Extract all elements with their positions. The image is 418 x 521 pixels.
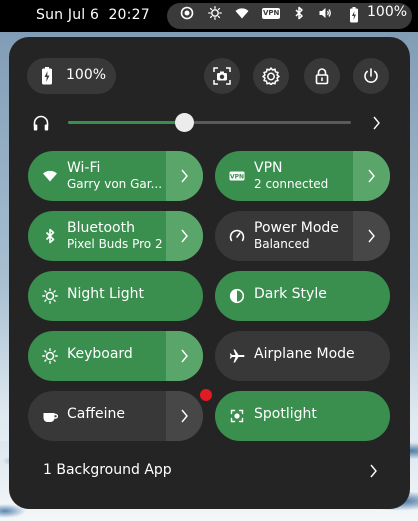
tile-title: Keyboard bbox=[67, 346, 133, 362]
settings-icon bbox=[262, 67, 280, 85]
battery-percentage: 100% bbox=[367, 4, 408, 20]
chevron-right-icon bbox=[368, 169, 375, 183]
vpn-icon: VPN bbox=[262, 8, 280, 22]
night-light-icon bbox=[42, 288, 58, 304]
battery-label: 100% bbox=[66, 67, 107, 83]
lock-icon bbox=[315, 68, 329, 85]
tile-caffeine[interactable]: Caffeine bbox=[28, 391, 203, 441]
wifi-icon bbox=[235, 6, 249, 20]
airplane-icon bbox=[229, 348, 245, 364]
tile-spotlight[interactable]: Spotlight bbox=[215, 391, 390, 441]
coffee-icon bbox=[42, 408, 58, 424]
tile-bluetooth[interactable]: Bluetooth Pixel Buds Pro 2 bbox=[28, 211, 203, 261]
tile-title: Wi-Fi bbox=[67, 160, 101, 176]
background-apps-label[interactable]: 1 Background App bbox=[43, 462, 172, 478]
chevron-right-icon[interactable] bbox=[371, 115, 381, 131]
bluetooth-icon bbox=[42, 228, 58, 244]
keyboard-menu-button[interactable] bbox=[166, 331, 203, 381]
tile-night-light[interactable]: Night Light bbox=[28, 271, 203, 321]
top-bar: Sun Jul 6 20:27 VPN 100% bbox=[0, 0, 418, 32]
chevron-right-icon bbox=[181, 349, 188, 363]
bluetooth-icon bbox=[292, 6, 306, 20]
battery-icon bbox=[349, 7, 359, 23]
caffeine-menu-button[interactable] bbox=[166, 391, 203, 441]
keyboard-brightness-icon bbox=[42, 348, 58, 364]
quick-settings-panel: 100% Wi-Fi Garry von Gar... VPN VPN 2 co… bbox=[9, 37, 410, 509]
chevron-right-icon[interactable] bbox=[368, 463, 378, 479]
volume-slider-fill bbox=[68, 121, 185, 124]
tile-title: Airplane Mode bbox=[254, 346, 355, 362]
vpn-badge: VPN bbox=[262, 8, 280, 19]
screenshot-icon bbox=[213, 67, 231, 85]
power-mode-menu-button[interactable] bbox=[353, 211, 390, 261]
battery-icon bbox=[42, 67, 52, 85]
power-mode-icon bbox=[229, 228, 245, 244]
headphones-icon[interactable] bbox=[32, 114, 50, 132]
tile-vpn[interactable]: VPN VPN 2 connected bbox=[215, 151, 390, 201]
spotlight-icon bbox=[229, 408, 245, 424]
notification-dot bbox=[200, 389, 212, 401]
bluetooth-menu-button[interactable] bbox=[166, 211, 203, 261]
clock[interactable]: Sun Jul 6 20:27 bbox=[36, 7, 150, 23]
tile-keyboard[interactable]: Keyboard bbox=[28, 331, 203, 381]
power-button[interactable] bbox=[353, 58, 389, 94]
clock-date: Sun Jul 6 bbox=[36, 7, 100, 23]
tile-power-mode[interactable]: Power Mode Balanced bbox=[215, 211, 390, 261]
volume-slider[interactable] bbox=[68, 113, 351, 132]
night-light-icon bbox=[208, 6, 222, 20]
volume-icon bbox=[318, 6, 332, 20]
tile-title: Power Mode bbox=[254, 220, 339, 236]
vpn-menu-button[interactable] bbox=[353, 151, 390, 201]
tile-subtitle: 2 connected bbox=[254, 177, 329, 191]
clock-time: 20:27 bbox=[108, 7, 150, 23]
tile-title: Dark Style bbox=[254, 286, 327, 302]
vpn-icon: VPN bbox=[229, 168, 245, 184]
wifi-menu-button[interactable] bbox=[166, 151, 203, 201]
tile-subtitle: Garry von Gar... bbox=[67, 177, 163, 191]
lock-button[interactable] bbox=[304, 58, 340, 94]
chevron-right-icon bbox=[181, 169, 188, 183]
tile-title: Spotlight bbox=[254, 406, 317, 422]
tile-airplane-mode[interactable]: Airplane Mode bbox=[215, 331, 390, 381]
tile-title: Caffeine bbox=[67, 406, 125, 422]
dark-style-icon bbox=[229, 288, 245, 304]
chevron-right-icon bbox=[181, 409, 188, 423]
tile-title: Night Light bbox=[67, 286, 144, 302]
tile-title: VPN bbox=[254, 160, 283, 176]
volume-slider-knob[interactable] bbox=[175, 113, 195, 132]
settings-button[interactable] bbox=[253, 58, 289, 94]
tile-subtitle: Pixel Buds Pro 2 bbox=[67, 237, 163, 251]
tile-dark-style[interactable]: Dark Style bbox=[215, 271, 390, 321]
chevron-right-icon bbox=[368, 229, 375, 243]
screen-record-icon bbox=[180, 6, 194, 20]
svg-text:VPN: VPN bbox=[230, 174, 244, 181]
battery-button[interactable]: 100% bbox=[27, 58, 116, 94]
chevron-right-icon bbox=[181, 229, 188, 243]
power-icon bbox=[364, 68, 378, 83]
tile-subtitle: Balanced bbox=[254, 237, 310, 251]
screenshot-button[interactable] bbox=[204, 58, 240, 94]
wifi-icon bbox=[42, 168, 58, 184]
tile-title: Bluetooth bbox=[67, 220, 135, 236]
tile-wifi[interactable]: Wi-Fi Garry von Gar... bbox=[28, 151, 203, 201]
